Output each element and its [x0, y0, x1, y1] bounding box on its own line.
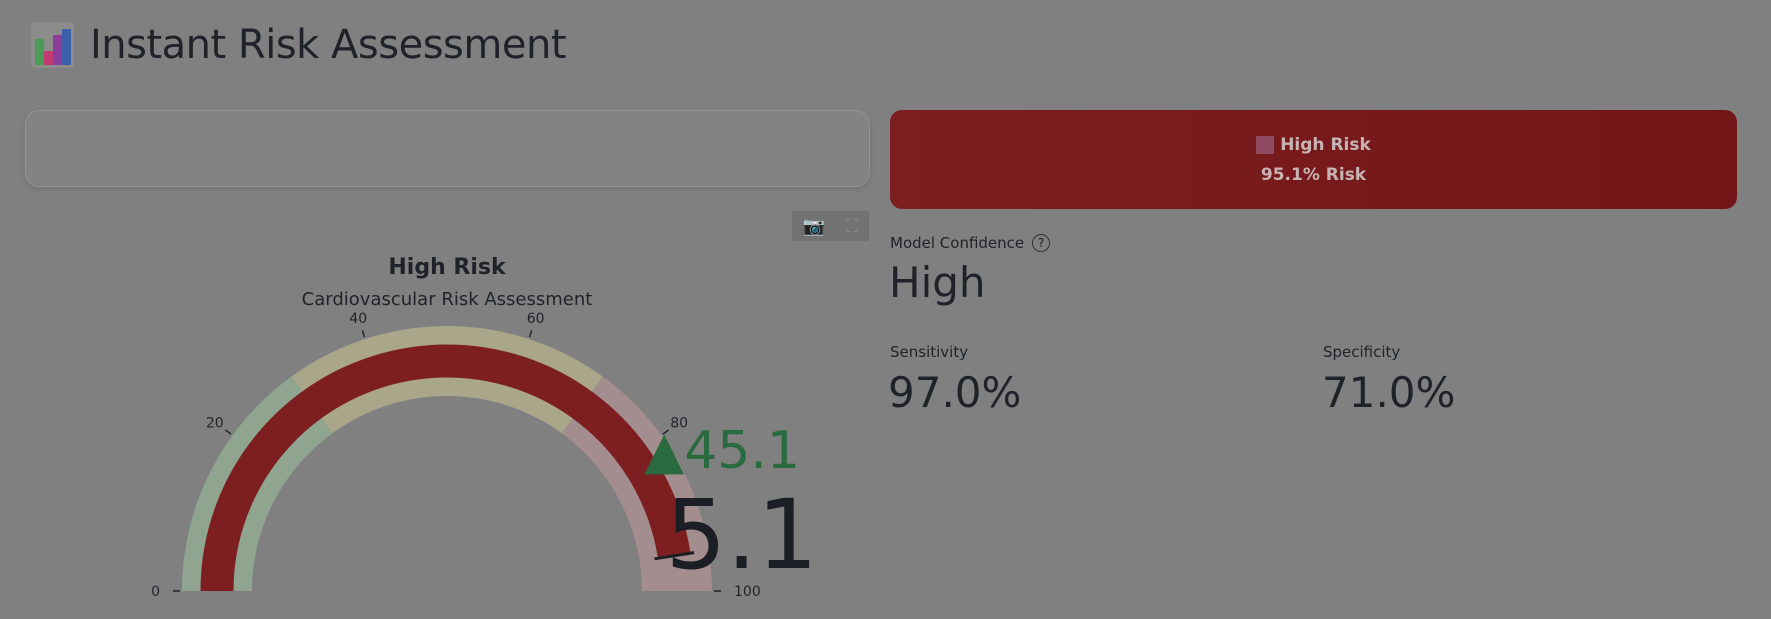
gauge-tick-mark: [224, 429, 232, 435]
empty-card: [25, 110, 870, 187]
gauge-tick-label: 60: [527, 311, 545, 327]
gauge-tick-mark: [361, 330, 366, 338]
risk-square-icon: [1256, 135, 1275, 154]
gauge-tick-label: 0: [151, 584, 160, 600]
confidence-label-row: Model Confidence ?: [890, 234, 1051, 252]
gauge-tick-mark: [528, 330, 533, 338]
header: Instant Risk Assessment: [31, 20, 567, 70]
gauge-tick-label: 40: [349, 311, 367, 327]
specificity-value: 71.0%: [1322, 368, 1456, 417]
gauge-subtitle: Cardiovascular Risk Assessment: [302, 289, 593, 310]
gauge-title: High Risk: [388, 255, 507, 280]
page-title: Instant Risk Assessment: [90, 22, 567, 68]
risk-banner: High Risk 95.1% Risk: [890, 110, 1737, 209]
risk-percent: 95.1% Risk: [1260, 164, 1367, 185]
chart-toolbar: 📷 ⛶: [792, 211, 869, 241]
sensitivity-label: Sensitivity: [890, 343, 969, 361]
help-icon[interactable]: ?: [1032, 234, 1051, 252]
confidence-value: High: [889, 258, 986, 307]
gauge-delta: ▲45.1: [644, 421, 800, 481]
bar-chart-icon: [31, 22, 74, 68]
fullscreen-icon[interactable]: ⛶: [846, 216, 859, 237]
risk-gauge: High Risk Cardiovascular Risk Assessment…: [151, 255, 818, 600]
gauge-number: 5.1: [665, 479, 818, 591]
gauge-tick-label: 20: [206, 415, 224, 431]
sensitivity-value: 97.0%: [888, 368, 1022, 417]
camera-icon[interactable]: 📷: [802, 216, 824, 237]
confidence-label: Model Confidence: [890, 234, 1025, 252]
risk-label: High Risk: [1280, 134, 1371, 155]
specificity-label: Specificity: [1323, 343, 1401, 361]
